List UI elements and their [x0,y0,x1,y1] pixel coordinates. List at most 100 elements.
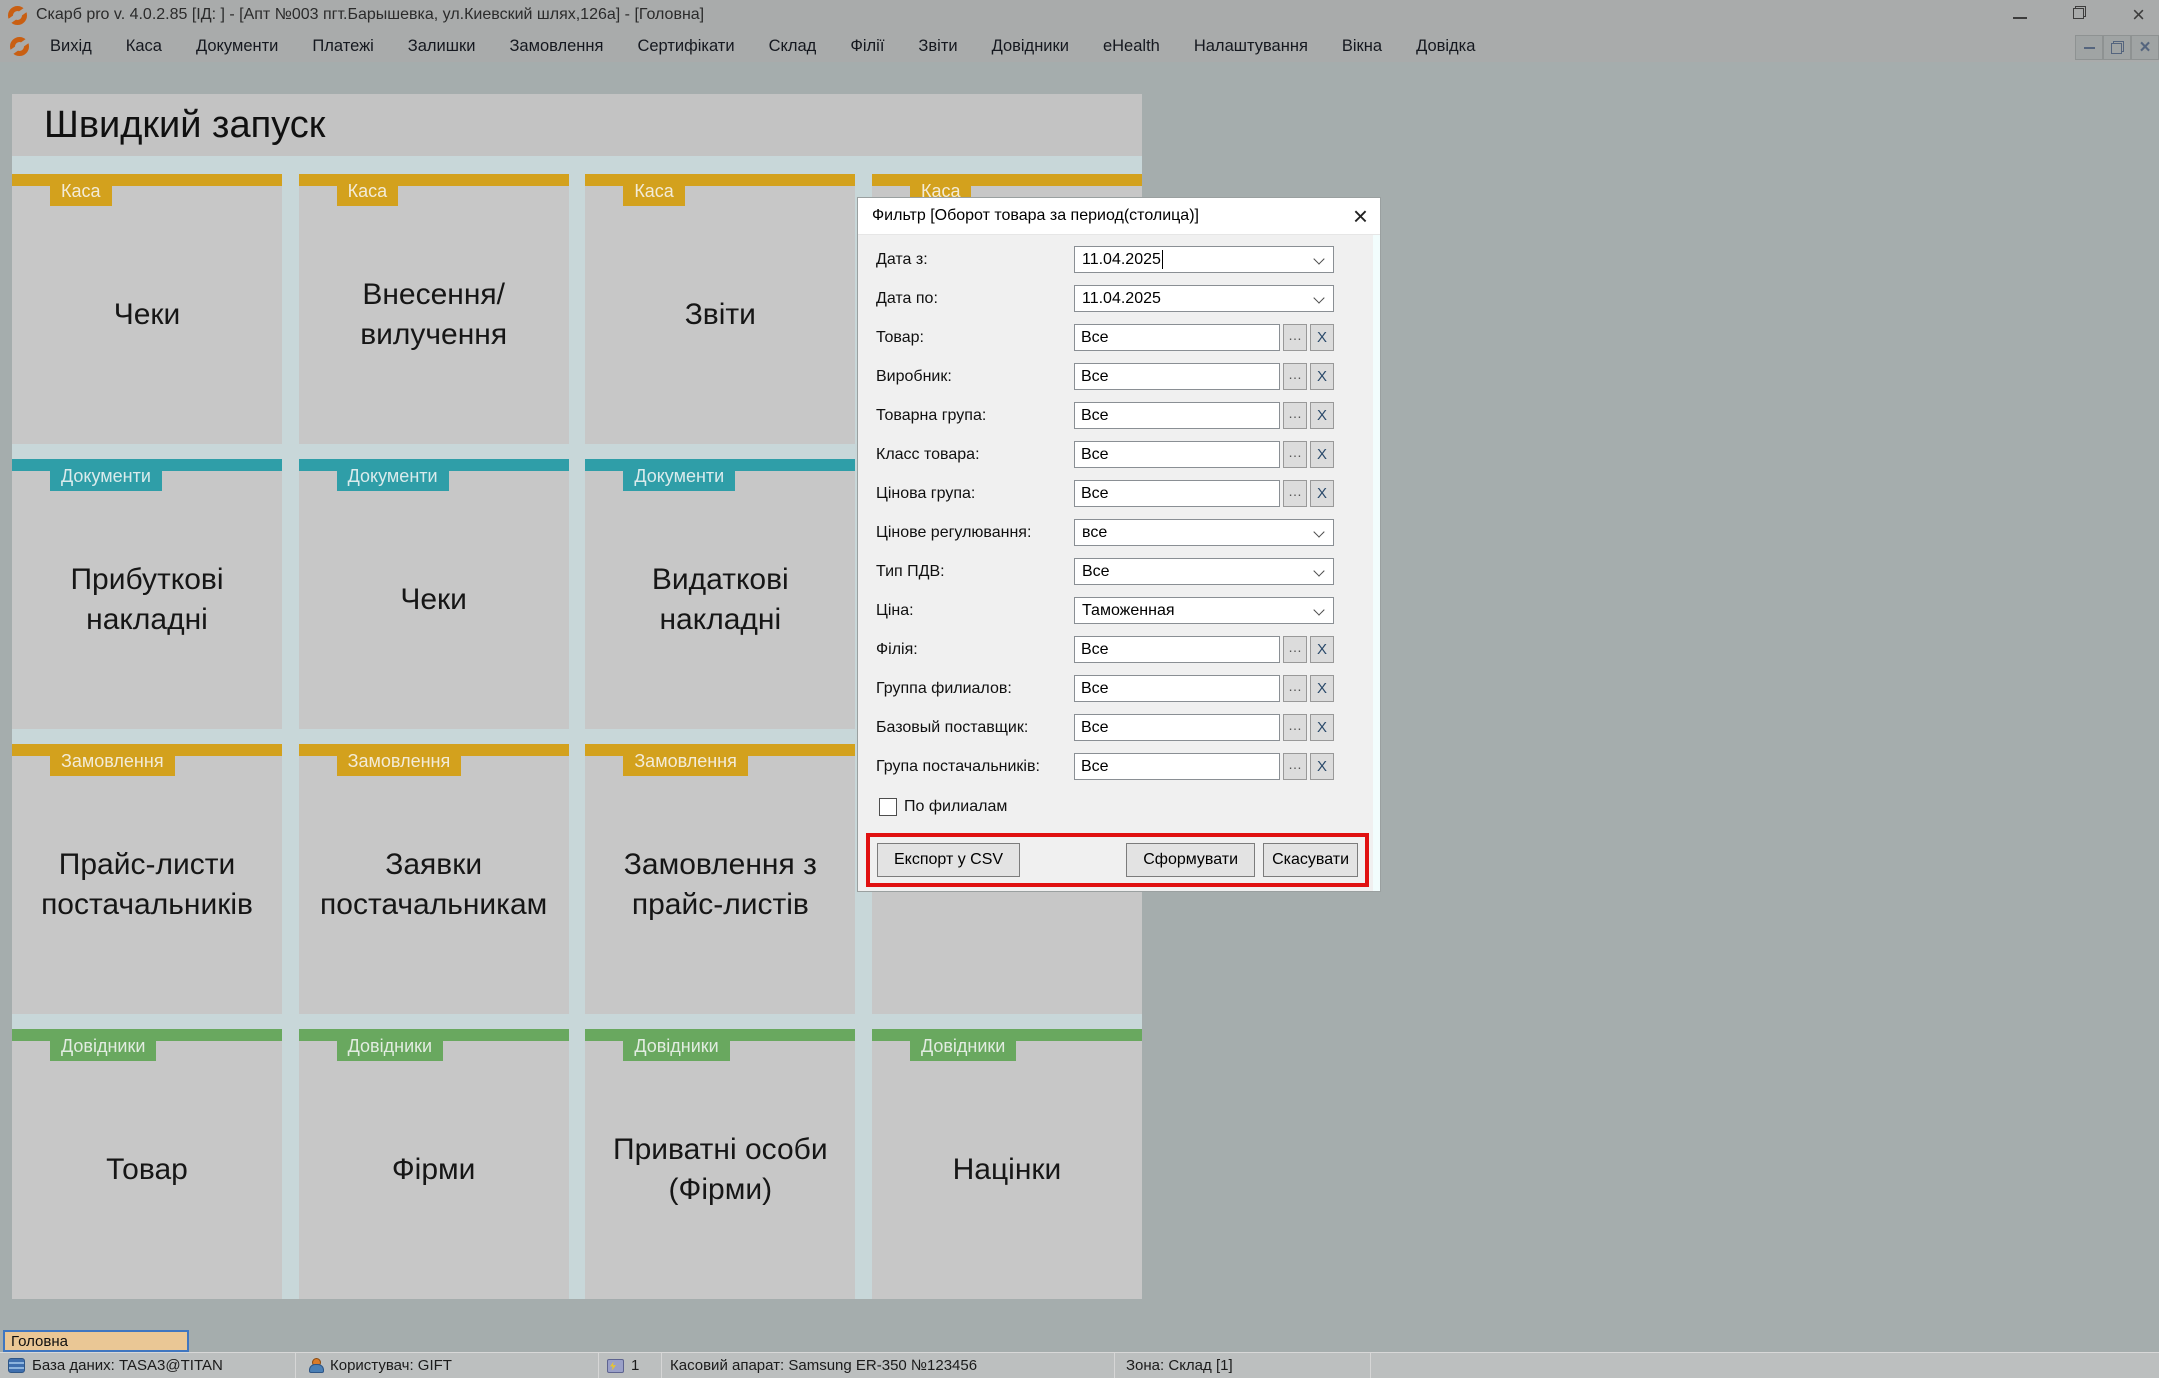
field-value: Все [1081,680,1109,698]
vat-type-combobox[interactable]: Все [1074,558,1334,585]
mdi-restore-button[interactable] [2103,35,2131,60]
menu-item-zamovlennya[interactable]: Замовлення [509,37,603,56]
menu-bar: Вихід Каса Документи Платежі Залишки Зам… [0,30,2159,62]
field-row-date-from: Дата з: 11.04.2025 [858,240,1373,279]
highlighted-button-bar: Експорт у CSV Сформувати Скасувати [866,833,1369,887]
field-row-bazovyi-postavshchyk: Базовый поставщик: Все…X [858,708,1373,747]
menu-item-dovidnyky[interactable]: Довідники [992,37,1069,56]
menu-item-vikna[interactable]: Вікна [1342,37,1382,56]
menu-item-sklad[interactable]: Склад [769,37,817,56]
menu-item-dovidka[interactable]: Довідка [1416,37,1475,56]
dialog-close-icon[interactable]: × [1353,203,1368,229]
lookup-clear-button[interactable]: X [1310,636,1334,663]
close-button[interactable]: × [2132,4,2145,26]
by-branches-checkbox[interactable] [879,798,897,816]
lookup-more-button[interactable]: … [1283,636,1307,663]
mdi-minimize-button[interactable] [2075,35,2103,60]
minimize-button[interactable] [2013,6,2027,24]
field-value: 11.04.2025 [1082,251,1161,269]
field-row-typ-pdv: Тип ПДВ: Все [858,552,1373,591]
lookup-more-button[interactable]: … [1283,402,1307,429]
tile-vnesennia-vyluchennia[interactable]: КасаВнесення/вилучення [299,174,569,444]
menu-item-dokumenty[interactable]: Документи [196,37,278,56]
tile-prybutkovi-nakladni[interactable]: ДокументиПрибуткові накладні [12,459,282,729]
lookup-more-button[interactable]: … [1283,714,1307,741]
tile-cheky-kasa[interactable]: КасаЧеки [12,174,282,444]
filiia-input[interactable]: Все [1074,636,1280,663]
field-label: Ціна: [876,602,1074,620]
lookup-clear-button[interactable]: X [1310,480,1334,507]
tsinova-hrupa-input[interactable]: Все [1074,480,1280,507]
chevron-down-icon[interactable] [1313,292,1324,303]
status-database-label: База даних: TASA3@TITAN [32,1357,223,1374]
lookup-clear-button[interactable]: X [1310,402,1334,429]
tile-zamovlennia-z-prais-lystiv[interactable]: ЗамовленняЗамовлення з прайс-листів [585,744,855,1014]
generate-button[interactable]: Сформувати [1126,843,1255,877]
supplier-group-input[interactable]: Все [1074,753,1280,780]
menu-item-zvity[interactable]: Звіти [918,37,957,56]
chevron-down-icon[interactable] [1313,565,1324,576]
menu-item-zalyshky[interactable]: Залишки [408,37,476,56]
field-row-tsinove-rehuliuvannia: Цінове регулювання: все [858,513,1373,552]
branch-group-input[interactable]: Все [1074,675,1280,702]
lookup-more-button[interactable]: … [1283,675,1307,702]
date-to-combobox[interactable]: 11.04.2025 [1074,285,1334,312]
menu-item-platezhi[interactable]: Платежі [312,37,373,56]
lookup-more-button[interactable]: … [1283,363,1307,390]
tile-label: Замовлення з прайс-листів [585,756,855,1014]
tile-prais-lysty-postachalnykiv[interactable]: ЗамовленняПрайс-листи постачальників [12,744,282,1014]
chevron-down-icon[interactable] [1313,604,1324,615]
tile-natsinky[interactable]: ДовідникиНацінки [872,1029,1142,1299]
chevron-down-icon[interactable] [1313,253,1324,264]
menu-item-kasa[interactable]: Каса [126,37,162,56]
lookup-clear-button[interactable]: X [1310,441,1334,468]
tile-vydatkovi-nakladni[interactable]: ДокументиВидаткові накладні [585,459,855,729]
menu-item-filii[interactable]: Філії [850,37,884,56]
lookup-clear-button[interactable]: X [1310,324,1334,351]
status-register-count: 1 [599,1353,662,1378]
lookup-clear-button[interactable]: X [1310,675,1334,702]
chevron-down-icon[interactable] [1313,526,1324,537]
export-csv-button[interactable]: Експорт у CSV [877,843,1020,877]
lookup-clear-button[interactable]: X [1310,753,1334,780]
menu-item-ehealth[interactable]: eHealth [1103,37,1160,56]
tab-holovna[interactable]: Головна [3,1330,189,1352]
tile-cheky-dokumenty[interactable]: ДокументиЧеки [299,459,569,729]
by-branches-checkbox-row[interactable]: По филиалам [879,792,1373,822]
tile-pryvatni-osoby[interactable]: ДовідникиПриватні особи (Фірми) [585,1029,855,1299]
field-label: Виробник: [876,368,1074,386]
lookup-more-button[interactable]: … [1283,324,1307,351]
menu-item-nalashtuvannya[interactable]: Налаштування [1194,37,1308,56]
lookup-more-button[interactable]: … [1283,480,1307,507]
status-bar: База даних: TASA3@TITAN Користувач: GIFT… [0,1352,2159,1378]
menu-item-sertyfikaty[interactable]: Сертифікати [637,37,734,56]
tile-firmy[interactable]: ДовідникиФірми [299,1029,569,1299]
price-regulation-combobox[interactable]: все [1074,519,1334,546]
field-value: Все [1081,641,1109,659]
vyrobnyk-input[interactable]: Все [1074,363,1280,390]
lookup-more-button[interactable]: … [1283,441,1307,468]
tovar-input[interactable]: Все [1074,324,1280,351]
tovarna-hrupa-input[interactable]: Все [1074,402,1280,429]
dialog-title: Фильтр [Оборот товара за период(столица)… [872,207,1353,225]
lookup-clear-button[interactable]: X [1310,714,1334,741]
price-combobox[interactable]: Таможенная [1074,597,1334,624]
tile-tovar[interactable]: ДовідникиТовар [12,1029,282,1299]
restore-button[interactable] [2073,6,2086,24]
mdi-close-button[interactable]: × [2131,35,2159,60]
menu-item-vykhid[interactable]: Вихід [50,37,92,56]
tile-zvity[interactable]: КасаЗвіти [585,174,855,444]
cancel-button[interactable]: Скасувати [1263,843,1358,877]
field-label: Тип ПДВ: [876,563,1074,581]
klass-tovara-input[interactable]: Все [1074,441,1280,468]
date-from-combobox[interactable]: 11.04.2025 [1074,246,1334,273]
dialog-title-bar: Фильтр [Оборот товара за период(столица)… [858,198,1380,235]
tile-label: Приватні особи (Фірми) [585,1041,855,1299]
lookup-clear-button[interactable]: X [1310,363,1334,390]
field-row-filiia: Філія: Все…X [858,630,1373,669]
status-cash-register-label: Касовий апарат: Samsung ER-350 №123456 [670,1357,977,1374]
tile-zaiavky-postachalnykam[interactable]: ЗамовленняЗаявки постачальникам [299,744,569,1014]
title-bar: Скарб pro v. 4.0.2.85 [ІД: ] - [Апт №003… [0,0,2159,30]
lookup-more-button[interactable]: … [1283,753,1307,780]
base-supplier-input[interactable]: Все [1074,714,1280,741]
